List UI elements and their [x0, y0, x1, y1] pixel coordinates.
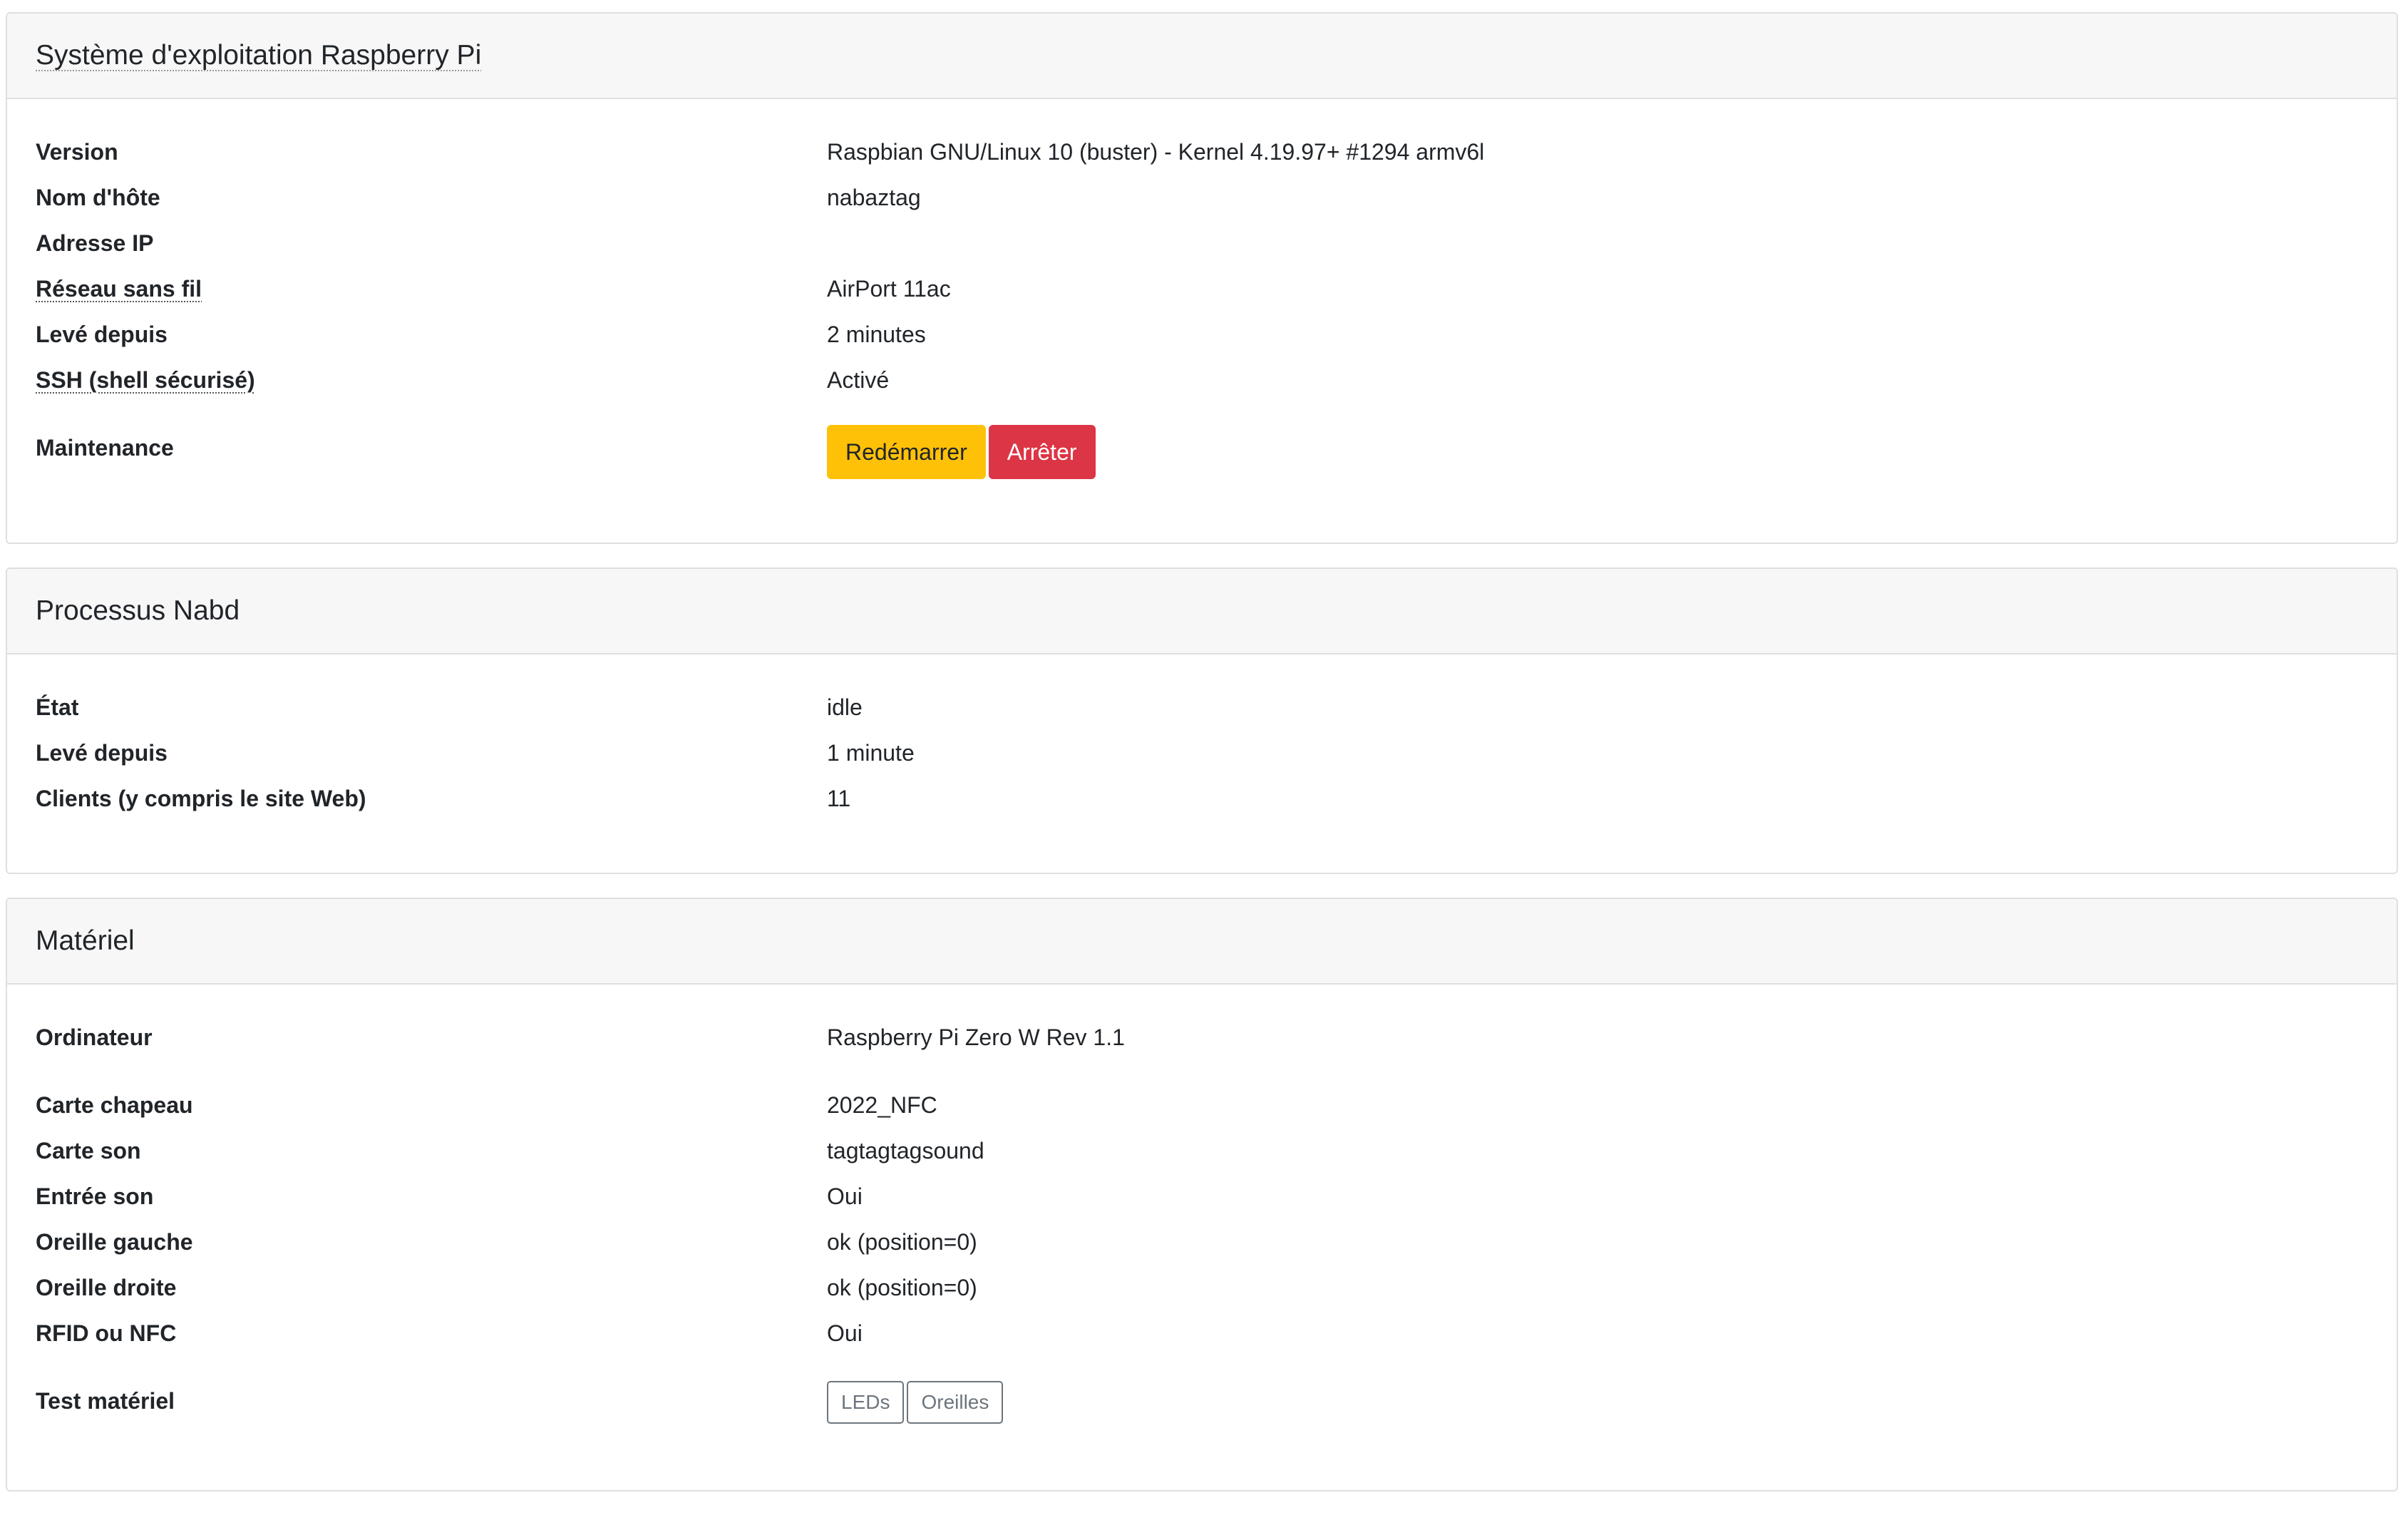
rfid-value: Oui: [827, 1320, 863, 1346]
hat-label: Carte chapeau: [36, 1092, 193, 1118]
hw-row-hat: Carte chapeau 2022_NFC: [36, 1082, 2368, 1128]
os-row-wifi: Réseau sans fil AirPort 11ac: [36, 266, 2368, 312]
hardware-test-label: Test matériel: [36, 1388, 175, 1414]
os-row-maintenance: Maintenance Redémarrer Arrêter: [36, 425, 2368, 479]
ssh-label: SSH (shell sécurisé): [36, 367, 255, 393]
nabd-uptime-value: 1 minute: [827, 740, 915, 766]
clients-value: 11: [827, 786, 851, 811]
nabd-card-body: État idle Levé depuis 1 minute Clients (…: [7, 654, 2397, 821]
hw-row-right-ear: Oreille droite ok (position=0): [36, 1265, 2368, 1310]
nabd-row-clients: Clients (y compris le site Web) 11: [36, 776, 2368, 821]
left-ear-value: ok (position=0): [827, 1229, 977, 1255]
state-label: État: [36, 694, 79, 720]
hw-row-left-ear: Oreille gauche ok (position=0): [36, 1219, 2368, 1265]
nabd-card-title: Processus Nabd: [36, 595, 240, 626]
soundinput-value: Oui: [827, 1183, 863, 1209]
hardware-card-title: Matériel: [36, 925, 135, 956]
hardware-card: Matériel Ordinateur Raspberry Pi Zero W …: [6, 898, 2398, 1491]
uptime-value: 2 minutes: [827, 322, 926, 347]
hat-value: 2022_NFC: [827, 1092, 937, 1118]
clients-label: Clients (y compris le site Web): [36, 786, 366, 811]
hw-row-computer: Ordinateur Raspberry Pi Zero W Rev 1.1: [36, 1015, 2368, 1060]
computer-label: Ordinateur: [36, 1024, 153, 1050]
hardware-card-header: Matériel: [7, 899, 2397, 985]
os-card-title: Système d'exploitation Raspberry Pi: [36, 40, 482, 71]
nabd-uptime-label: Levé depuis: [36, 740, 168, 766]
test-leds-button[interactable]: LEDs: [827, 1381, 905, 1424]
maintenance-label: Maintenance: [36, 435, 174, 461]
nabd-card-header: Processus Nabd: [7, 569, 2397, 654]
hw-row-soundcard: Carte son tagtagtagsound: [36, 1128, 2368, 1174]
os-card-body: Version Raspbian GNU/Linux 10 (buster) -…: [7, 99, 2397, 479]
hardware-card-body: Ordinateur Raspberry Pi Zero W Rev 1.1 C…: [7, 985, 2397, 1427]
version-label: Version: [36, 139, 118, 165]
wifi-label: Réseau sans fil: [36, 276, 202, 302]
os-row-version: Version Raspbian GNU/Linux 10 (buster) -…: [36, 129, 2368, 175]
wifi-value: AirPort 11ac: [827, 276, 951, 302]
hw-row-soundinput: Entrée son Oui: [36, 1174, 2368, 1219]
os-row-ip: Adresse IP: [36, 220, 2368, 266]
nabd-row-state: État idle: [36, 684, 2368, 730]
nabd-row-uptime: Levé depuis 1 minute: [36, 730, 2368, 776]
hw-row-rfid: RFID ou NFC Oui: [36, 1310, 2368, 1356]
nabd-card: Processus Nabd État idle Levé depuis 1 m…: [6, 568, 2398, 874]
version-value: Raspbian GNU/Linux 10 (buster) - Kernel …: [827, 139, 1485, 165]
os-card: Système d'exploitation Raspberry Pi Vers…: [6, 12, 2398, 544]
left-ear-label: Oreille gauche: [36, 1229, 193, 1255]
hostname-value: nabaztag: [827, 185, 921, 210]
os-row-hostname: Nom d'hôte nabaztag: [36, 175, 2368, 220]
test-ears-button[interactable]: Oreilles: [907, 1381, 1004, 1424]
os-card-header: Système d'exploitation Raspberry Pi: [7, 14, 2397, 99]
ip-address-label: Adresse IP: [36, 230, 154, 256]
soundcard-label: Carte son: [36, 1138, 141, 1164]
maintenance-actions: Redémarrer Arrêter: [827, 425, 1098, 479]
os-row-ssh: SSH (shell sécurisé) Activé: [36, 357, 2368, 403]
hw-row-test: Test matériel LEDs Oreilles: [36, 1378, 2368, 1427]
right-ear-value: ok (position=0): [827, 1275, 977, 1300]
page: Système d'exploitation Raspberry Pi Vers…: [6, 12, 2398, 1515]
shutdown-button[interactable]: Arrêter: [988, 425, 1096, 479]
right-ear-label: Oreille droite: [36, 1275, 177, 1300]
soundinput-label: Entrée son: [36, 1183, 154, 1209]
os-row-uptime: Levé depuis 2 minutes: [36, 312, 2368, 357]
restart-button[interactable]: Redémarrer: [827, 425, 986, 479]
state-value: idle: [827, 694, 863, 720]
computer-value: Raspberry Pi Zero W Rev 1.1: [827, 1024, 1125, 1050]
uptime-label: Levé depuis: [36, 322, 168, 347]
hostname-label: Nom d'hôte: [36, 185, 160, 210]
hardware-test-actions: LEDs Oreilles: [827, 1378, 1006, 1427]
ssh-value: Activé: [827, 367, 890, 393]
soundcard-value: tagtagtagsound: [827, 1138, 984, 1164]
rfid-label: RFID ou NFC: [36, 1320, 177, 1346]
